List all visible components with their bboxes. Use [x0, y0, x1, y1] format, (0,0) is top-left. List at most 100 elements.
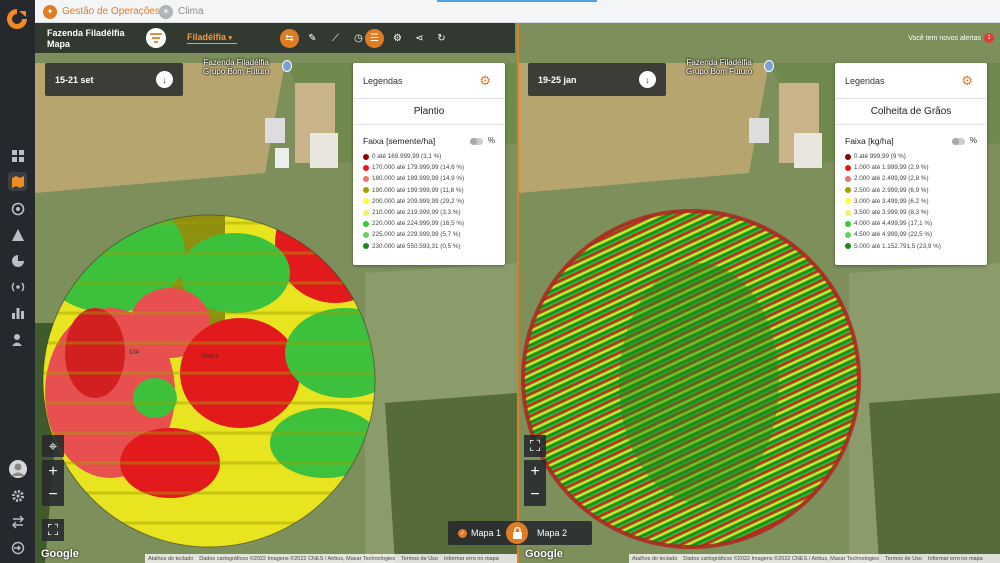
check-icon: ✓	[458, 528, 467, 538]
ruler-tool-button[interactable]: ⟋	[326, 29, 345, 48]
legend-field-label: Faixa [kg/ha]	[845, 136, 894, 146]
legend-title: Legendas	[363, 76, 403, 86]
map-attribution: Atalhos do teclado Dados cartográficos ©…	[629, 554, 1000, 563]
layers-tool-button[interactable]: ☰	[365, 29, 384, 48]
legend-item: 210.000 até 219.999,99 (3,3 %)	[363, 207, 464, 218]
top-bar: ✦ Gestão de Operações ☀ Clima	[35, 0, 1000, 23]
list-icon: ☰	[370, 33, 379, 44]
brush-tool-button[interactable]: ✎	[303, 29, 322, 48]
map-2-label: Mapa 2	[537, 528, 568, 538]
fullscreen-button[interactable]: ⛶	[524, 435, 546, 457]
legend-color-dot	[845, 231, 851, 238]
google-logo: Google	[41, 548, 79, 560]
share-tool-button[interactable]: ⋖	[410, 29, 429, 48]
avatar[interactable]	[8, 459, 27, 478]
legend-item-label: 2.500 até 2.999,99 (6,9 %)	[854, 186, 929, 194]
map-pin-icon[interactable]	[764, 60, 774, 72]
bar-chart-icon[interactable]	[8, 303, 27, 322]
map-1-toggle[interactable]: ✓ Mapa 1	[458, 528, 501, 538]
legend-list: 0 até 999,99 (9 %) 1.000 até 1.999,99 (2,…	[845, 151, 941, 252]
fullscreen-button[interactable]: ⛶	[42, 519, 64, 541]
legend-settings-icon[interactable]: ⚙	[961, 73, 973, 89]
legend-item: 0 até 999,99 (9 %)	[845, 151, 941, 162]
clock-icon: ◷	[354, 33, 363, 44]
legend-color-dot	[363, 153, 369, 160]
date-range-box[interactable]: 19-25 jan ↓	[528, 63, 666, 96]
legend-color-dot	[845, 164, 851, 171]
pie-chart-icon[interactable]	[8, 251, 27, 270]
map-panel-2[interactable]: Você tem novos alertas 1 19-25 jan ↓ Faz…	[519, 23, 1000, 563]
tab-label: Gestão de Operações	[62, 6, 160, 17]
percent-toggle[interactable]	[952, 138, 965, 145]
keyboard-shortcuts-link[interactable]: Atalhos do teclado	[148, 556, 193, 562]
terms-link[interactable]: Termos de Uso	[885, 556, 922, 562]
legend-color-dot	[363, 164, 369, 171]
swap-tool-button[interactable]: ⇆	[280, 29, 299, 48]
tab-clima[interactable]: ☀ Clima	[159, 3, 204, 20]
legend-settings-icon[interactable]: ⚙	[479, 73, 491, 89]
operations-icon: ✦	[43, 4, 57, 19]
antenna-icon[interactable]	[8, 277, 27, 296]
legend-subtitle: Plantio	[353, 98, 505, 125]
legend-item-label: 210.000 até 219.999,99 (3,3 %)	[372, 209, 461, 217]
terms-link[interactable]: Termos de Uso	[401, 556, 438, 562]
legend-subtitle: Colheita de Grãos	[835, 98, 987, 125]
settings-tool-button[interactable]: ⚙	[388, 29, 407, 48]
map-1-label: Mapa 1	[471, 528, 502, 538]
zoom-in-button[interactable]: +	[42, 460, 64, 483]
tab-gestao-operacoes[interactable]: ✦ Gestão de Operações	[43, 3, 160, 20]
legend-item-label: 170.000 até 179.999,99 (14,6 %)	[372, 164, 465, 172]
legend-item-label: 1.000 até 1.999,99 (2,9 %)	[854, 164, 929, 172]
report-error-link[interactable]: Informar erro no mapa	[444, 556, 499, 562]
legend-item: 180.000 até 189.999,99 (14,9 %)	[363, 173, 464, 184]
zoom-control: + −	[524, 460, 546, 506]
legend-item-label: 4.500 até 4.999,99 (22,5 %)	[854, 231, 933, 239]
zoom-out-button[interactable]: −	[42, 483, 64, 506]
legend-item-label: 2.000 até 2.499,99 (2,8 %)	[854, 175, 929, 183]
zoom-in-button[interactable]: +	[524, 460, 546, 483]
user-icon[interactable]	[8, 330, 27, 349]
date-range-box[interactable]: 15-21 set ↓	[45, 63, 183, 96]
dashboard-icon[interactable]	[8, 146, 27, 165]
download-button[interactable]: ↓	[156, 71, 173, 88]
download-button[interactable]: ↓	[639, 71, 656, 88]
legend-color-dot	[363, 231, 369, 238]
map-2-toggle[interactable]: Mapa 2	[537, 528, 567, 538]
logout-icon[interactable]	[8, 538, 27, 557]
keyboard-shortcuts-link[interactable]: Atalhos do teclado	[632, 556, 677, 562]
locate-button[interactable]: ⌖	[42, 435, 64, 457]
report-error-link[interactable]: Informar erro no mapa	[928, 556, 983, 562]
zoom-out-button[interactable]: −	[524, 483, 546, 506]
map-panel-1[interactable]: Fazenda Filadélfia Mapa Filadélfia ▾ ⇆ ✎ …	[35, 23, 517, 563]
legend-color-dot	[363, 198, 369, 205]
filter-button[interactable]	[146, 28, 166, 48]
percent-toggle[interactable]	[470, 138, 483, 145]
legend-item-label: 200.000 até 209.999,99 (29,2 %)	[372, 197, 465, 205]
legend-color-dot	[363, 209, 369, 216]
city-selector[interactable]: Filadélfia ▾	[187, 32, 237, 44]
filter-icon	[150, 33, 162, 43]
alerts-notice[interactable]: Você tem novos alertas 1	[908, 33, 994, 43]
legend-item-label: 190.000 até 199.999,99 (11,8 %)	[372, 186, 464, 194]
alert-icon[interactable]	[8, 225, 27, 244]
swap-icon[interactable]	[8, 512, 27, 531]
wifi-icon[interactable]	[8, 199, 27, 218]
legend-color-dot	[845, 187, 851, 194]
legend-color-dot	[363, 175, 369, 182]
percent-label: %	[969, 136, 977, 145]
legend-item: 230.000 até 550.593,31 (0,5 %)	[363, 241, 464, 252]
crosshair-icon: ⌖	[48, 437, 58, 455]
map-icon[interactable]	[8, 172, 27, 191]
settings-icon: ⚙	[393, 33, 402, 44]
gear-icon[interactable]	[8, 486, 27, 505]
tab-label: Clima	[178, 6, 204, 17]
legend-item: 3.500 até 3.999,99 (8,3 %)	[845, 207, 941, 218]
map-pin-icon[interactable]	[282, 60, 292, 72]
legend-item-label: 180.000 até 189.999,99 (14,9 %)	[372, 175, 465, 183]
refresh-tool-button[interactable]: ↻	[432, 29, 451, 48]
legend-item: 225.000 até 229.999,99 (5,7 %)	[363, 229, 464, 240]
download-icon: ↓	[645, 74, 650, 85]
sync-lock-button[interactable]	[506, 522, 528, 544]
app-logo[interactable]	[6, 8, 28, 30]
legend-item: 3.000 até 3.499,99 (6,2 %)	[845, 196, 941, 207]
